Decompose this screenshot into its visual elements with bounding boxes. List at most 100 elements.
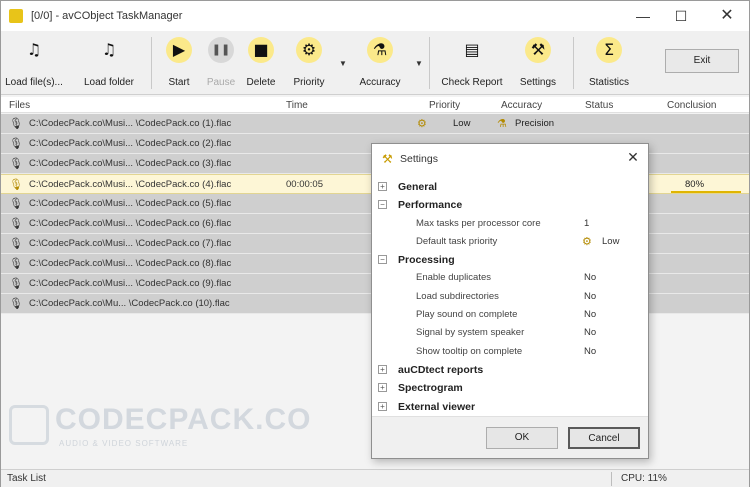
priority-button[interactable]: ⚙ Priority (287, 35, 331, 91)
toolbar-separator (573, 37, 574, 89)
setting-load-subdirectories[interactable]: Load subdirectories No (372, 288, 648, 306)
minimize-button[interactable]: — (633, 7, 653, 25)
column-header-priority[interactable]: Priority (429, 100, 460, 111)
microscope-icon: ⚗ (497, 118, 507, 130)
file-path: C:\CodecPack.co\Musi... \CodecPack.co (2… (29, 138, 232, 149)
music-note-icon: ♫ (26, 40, 42, 59)
tree-group-general[interactable]: + General (372, 178, 648, 196)
table-row[interactable]: 🎙 C:\CodecPack.co\Musi... \CodecPack.co … (1, 114, 749, 134)
statistics-button[interactable]: Σ Statistics (581, 35, 637, 91)
column-header-files[interactable]: Files (9, 100, 30, 111)
expand-icon[interactable]: + (378, 383, 387, 393)
tree-group-reports[interactable]: + auCDtect reports (372, 361, 648, 379)
expand-icon[interactable]: + (378, 401, 387, 411)
file-path: C:\CodecPack.co\Musi... \CodecPack.co (3… (29, 158, 232, 169)
load-files-button[interactable]: ♫ Load file(s)... (5, 35, 63, 91)
microscope-icon: ⚗ (367, 37, 393, 63)
setting-value[interactable]: No (584, 327, 596, 338)
settings-icon: ⚒ (525, 37, 551, 63)
settings-icon: ⚒ (382, 152, 393, 166)
microphone-icon: 🎙 (9, 137, 23, 150)
dialog-footer: OK Cancel (372, 416, 648, 458)
column-header-conclusion[interactable]: Conclusion (667, 100, 716, 111)
close-button[interactable]: ✕ (717, 7, 737, 25)
toolbar-separator (429, 37, 430, 89)
start-button[interactable]: ▶ Start (159, 35, 199, 91)
priority-value: Low (453, 118, 471, 129)
microphone-icon: 🎙 (9, 257, 23, 270)
collapse-icon[interactable]: − (378, 255, 387, 265)
column-header-time[interactable]: Time (286, 100, 308, 111)
microphone-icon: 🎙 (9, 197, 23, 210)
cpu-usage: CPU: 11% (621, 473, 667, 484)
load-files-label: Load file(s)... (5, 77, 63, 88)
check-report-label: Check Report (441, 77, 503, 88)
column-header-status[interactable]: Status (585, 100, 613, 111)
microphone-icon: 🎙 (9, 277, 23, 290)
file-path: C:\CodecPack.co\Musi... \CodecPack.co (7… (29, 238, 232, 249)
settings-button[interactable]: ⚒ Settings (513, 35, 563, 91)
pause-label: Pause (206, 77, 236, 88)
microphone-icon: 🎙 (9, 157, 23, 170)
settings-tree: + General − Performance Max tasks per pr… (372, 178, 648, 416)
tree-group-processing[interactable]: − Processing (372, 251, 648, 269)
delete-button[interactable]: ■ Delete (241, 35, 281, 91)
collapse-icon[interactable]: − (378, 200, 387, 210)
setting-value[interactable]: No (584, 272, 596, 283)
progress-bar (671, 191, 741, 193)
dialog-close-button[interactable]: ✕ (624, 148, 642, 166)
setting-play-sound[interactable]: Play sound on complete No (372, 306, 648, 324)
setting-default-priority[interactable]: Default task priority ⚙ Low (372, 233, 648, 251)
dialog-title: Settings (400, 153, 438, 165)
setting-value[interactable]: Low (602, 236, 619, 247)
pause-icon: ❚❚ (208, 37, 234, 63)
window-title: [0/0] - avCObject TaskManager (31, 10, 183, 22)
cancel-button[interactable]: Cancel (568, 427, 640, 449)
expand-icon[interactable]: + (378, 364, 387, 374)
tree-group-performance[interactable]: − Performance (372, 196, 648, 214)
microphone-icon: 🎙 (9, 297, 23, 310)
setting-value[interactable]: No (584, 291, 596, 302)
accuracy-button[interactable]: ⚗ Accuracy (355, 35, 405, 91)
pause-button[interactable]: ❚❚ Pause (201, 35, 241, 91)
ok-button[interactable]: OK (486, 427, 558, 449)
toolbar: ♫ Load file(s)... ♫ Load folder ▶ Start … (1, 31, 749, 95)
setting-value[interactable]: 1 (584, 218, 589, 229)
file-path: C:\CodecPack.co\Mu... \CodecPack.co (10)… (29, 298, 230, 309)
watermark-subtext: AUDIO & VIDEO SOFTWARE (59, 439, 189, 448)
check-report-button[interactable]: ▤ Check Report (437, 35, 507, 91)
priority-icon: ⚙ (417, 118, 427, 130)
setting-show-tooltip[interactable]: Show tooltip on complete No (372, 343, 648, 361)
priority-icon: ⚙ (582, 235, 592, 248)
file-path: C:\CodecPack.co\Musi... \CodecPack.co (8… (29, 258, 232, 269)
tree-group-spectrogram[interactable]: + Spectrogram (372, 379, 648, 397)
column-header-accuracy[interactable]: Accuracy (501, 100, 542, 111)
status-bar: Task List CPU: 11% (1, 469, 749, 487)
file-path: C:\CodecPack.co\Musi... \CodecPack.co (1… (29, 118, 232, 129)
codecpack-watermark: CODECPACK.CO AUDIO & VIDEO SOFTWARE (9, 401, 329, 455)
maximize-button[interactable]: ☐ (671, 7, 691, 25)
setting-enable-duplicates[interactable]: Enable duplicates No (372, 269, 648, 287)
tree-group-external-viewer[interactable]: + External viewer (372, 398, 648, 416)
setting-value[interactable]: No (584, 346, 596, 357)
sigma-icon: Σ (596, 37, 622, 63)
accuracy-dropdown-arrow-icon[interactable]: ▼ (415, 59, 423, 68)
title-bar: [0/0] - avCObject TaskManager — ☐ ✕ (1, 1, 749, 31)
exit-button[interactable]: Exit (665, 49, 739, 73)
load-folder-label: Load folder (83, 77, 135, 88)
file-path: C:\CodecPack.co\Musi... \CodecPack.co (4… (29, 179, 232, 190)
start-label: Start (168, 77, 190, 88)
priority-dropdown-arrow-icon[interactable]: ▼ (339, 59, 347, 68)
setting-signal-speaker[interactable]: Signal by system speaker No (372, 324, 648, 342)
status-left: Task List (7, 473, 46, 484)
report-icon: ▤ (464, 40, 480, 59)
setting-value[interactable]: No (584, 309, 596, 320)
accuracy-value: Precision (515, 118, 555, 129)
load-folder-button[interactable]: ♫ Load folder (77, 35, 141, 91)
conclusion-value: 80% (685, 179, 705, 190)
setting-max-tasks[interactable]: Max tasks per processor core 1 (372, 215, 648, 233)
expand-icon[interactable]: + (378, 182, 387, 191)
toolbar-separator (151, 37, 152, 89)
file-path: C:\CodecPack.co\Musi... \CodecPack.co (6… (29, 218, 232, 229)
play-icon: ▶ (166, 37, 192, 63)
